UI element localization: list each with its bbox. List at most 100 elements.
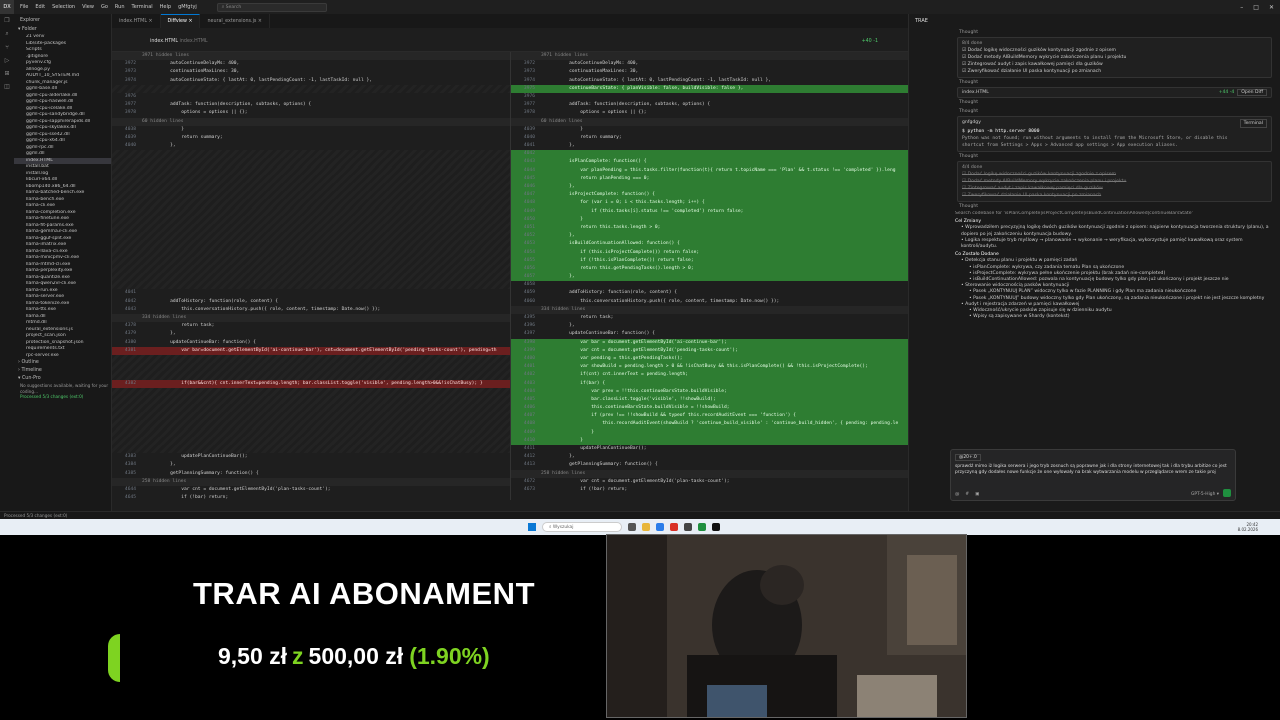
menu-item[interactable]: Help	[160, 4, 171, 10]
response-bullet: • Wprowadziłem precyzyjną logikę dwóch g…	[961, 225, 1269, 237]
hidden-lines-row[interactable]: 258 hidden lines	[511, 469, 908, 478]
hidden-lines-label: 60 hidden lines	[541, 118, 583, 124]
hidden-lines-row[interactable]: 60 hidden lines	[112, 117, 510, 126]
search-icon[interactable]: ⌕	[5, 30, 8, 38]
line-number: 4039	[124, 134, 136, 140]
editor-app-icon[interactable]	[698, 523, 706, 531]
start-icon[interactable]	[528, 523, 536, 531]
line-number: 4397	[523, 331, 535, 337]
model-selector[interactable]: GPT-5-High ▾	[1191, 492, 1219, 497]
timeline-section[interactable]: › Timeline	[14, 367, 111, 375]
line-number: 4400	[523, 355, 535, 361]
hash-icon[interactable]: #	[965, 492, 969, 497]
explorer-title: Explorer	[20, 17, 40, 23]
diff-filler-row	[112, 183, 510, 192]
diff-filler-row	[112, 84, 510, 93]
line-code: updatePlanContinueBar();	[547, 446, 647, 451]
task-view-icon[interactable]	[628, 523, 636, 531]
send-button[interactable]	[1223, 489, 1231, 497]
explorer-icon[interactable]: ❐	[4, 17, 9, 24]
chrome-icon[interactable]	[670, 523, 678, 531]
menu-item[interactable]: Edit	[35, 4, 45, 10]
folder-header[interactable]: ▾ Folder	[14, 26, 111, 34]
run-debug-icon[interactable]: ▷	[5, 57, 10, 64]
tab-diffview[interactable]: Diffview ×	[160, 14, 201, 28]
thought-label[interactable]: Thought	[909, 28, 1280, 37]
open-diff-button[interactable]: Open Diff	[1237, 89, 1267, 96]
file-explorer-icon[interactable]	[642, 523, 650, 531]
line-code: autoContinueDelayMs: 400,	[547, 61, 639, 67]
diff-filler-row	[112, 363, 510, 372]
line-code: },	[547, 454, 575, 460]
tab-neural-extensions[interactable]: neural_extensions.js ×	[200, 14, 270, 28]
line-code: isProjectComplete: function() {	[547, 192, 655, 198]
hidden-lines-row[interactable]: 258 hidden lines	[112, 477, 510, 486]
code-line: 4060 this.conversationHistory.push({ rol…	[511, 298, 908, 306]
extensions-icon[interactable]: ⊞	[4, 70, 9, 77]
source-control-icon[interactable]: ⑂	[5, 44, 9, 51]
hidden-lines-label: 60 hidden lines	[142, 118, 184, 124]
line-number: 4051	[523, 224, 535, 230]
context-tag[interactable]: @20+.0	[955, 454, 981, 461]
taskbar-clock[interactable]: 20:42 8.02.2026	[1238, 522, 1258, 532]
chat-input[interactable]: @20+.0 sprawdź mimo iż logika serwera i …	[950, 449, 1236, 501]
menu-item[interactable]: Terminal	[132, 4, 153, 10]
app-icon[interactable]	[684, 523, 692, 531]
diff-filler-row	[112, 215, 510, 224]
hidden-lines-row[interactable]: 3971 hidden lines	[112, 52, 510, 61]
thought-label[interactable]: Thought	[909, 78, 1280, 87]
line-number: 3976	[523, 93, 535, 99]
thought-label[interactable]: Thought	[909, 152, 1280, 161]
browser-icon[interactable]	[656, 523, 664, 531]
outline-section[interactable]: › Outline	[14, 359, 111, 367]
menu-item[interactable]: Selection	[52, 4, 75, 10]
diff-filler-row	[112, 256, 510, 265]
at-mention-icon[interactable]: @	[955, 492, 959, 497]
command-search[interactable]: ⌕ Search	[216, 2, 327, 12]
diff-filler-row	[112, 223, 510, 233]
hidden-lines-row[interactable]: 334 hidden lines	[112, 314, 510, 323]
hidden-lines-row[interactable]: 60 hidden lines	[511, 117, 908, 126]
status-bar: Processed 5/3 changes (ext:0)	[0, 511, 1280, 519]
menu-item[interactable]: gMfgtyj	[178, 4, 197, 10]
hidden-lines-label: 334 hidden lines	[142, 315, 187, 320]
chat-input-text[interactable]: sprawdź mimo iż logika serwera i jego tr…	[955, 464, 1231, 476]
diff-filler-row	[112, 281, 510, 290]
code-line: 4040 },	[112, 142, 510, 150]
line-code: var cnt = document.getElementById('pendi…	[547, 347, 738, 353]
hidden-lines-row[interactable]: 3971 hidden lines	[511, 52, 908, 61]
attach-image-icon[interactable]: ▣	[975, 492, 979, 497]
code-line: 3978 options = options || {};	[112, 109, 510, 117]
terminal-app-icon[interactable]	[712, 523, 720, 531]
tab-index-html[interactable]: index.HTML ×	[112, 14, 161, 28]
title-bar: DX File Edit Selection View Go Run Terminal Hel…	[0, 0, 1280, 14]
line-number: 4042	[523, 151, 535, 157]
added-line: 4056 return this.getPendingTasks().lengt…	[511, 264, 908, 274]
line-code: }	[148, 126, 184, 132]
thought-label[interactable]: Thought	[909, 202, 1280, 211]
menu-item[interactable]: File	[20, 4, 28, 10]
menu-item[interactable]: Go	[101, 4, 108, 10]
thought-label[interactable]: Thought	[909, 98, 1280, 107]
minimize-icon[interactable]: –	[1240, 4, 1243, 11]
hidden-lines-row[interactable]: 334 hidden lines	[511, 305, 908, 314]
taskbar-search[interactable]: ⌕ Wyszukaj	[542, 522, 622, 532]
line-number: 4672	[523, 478, 535, 484]
menu-item[interactable]: View	[82, 4, 94, 10]
code-line: 4411 updatePlanContinueBar();	[511, 445, 908, 453]
diff-modified-pane[interactable]: 3971 hidden lines 3972 autoContinueDelayM…	[511, 52, 908, 500]
code-line: 3976	[112, 93, 510, 101]
maximize-icon[interactable]: □	[1253, 4, 1259, 11]
line-code: addTask: function(description, subtasks,…	[148, 102, 312, 108]
added-line: 4043 isPlanComplete: function() {	[511, 158, 908, 167]
close-icon[interactable]: ✕	[1269, 4, 1274, 11]
added-line: 4054 if (this.isProjectComplete()) retur…	[511, 248, 908, 257]
terminal-button[interactable]: Terminal	[1239, 119, 1267, 128]
file-change-card[interactable]: index.HTML +44 -4 Open Diff	[957, 87, 1272, 98]
thought-label[interactable]: Thought	[909, 107, 1280, 116]
line-code: }	[547, 429, 595, 435]
menu-item[interactable]: Run	[115, 4, 125, 10]
remote-icon[interactable]: ◫	[4, 83, 10, 90]
diff-original-pane[interactable]: 3971 hidden lines 3972 autoContinueDelayM…	[112, 52, 510, 500]
cunpro-section[interactable]: ▾ Cun-Pro	[14, 375, 111, 383]
